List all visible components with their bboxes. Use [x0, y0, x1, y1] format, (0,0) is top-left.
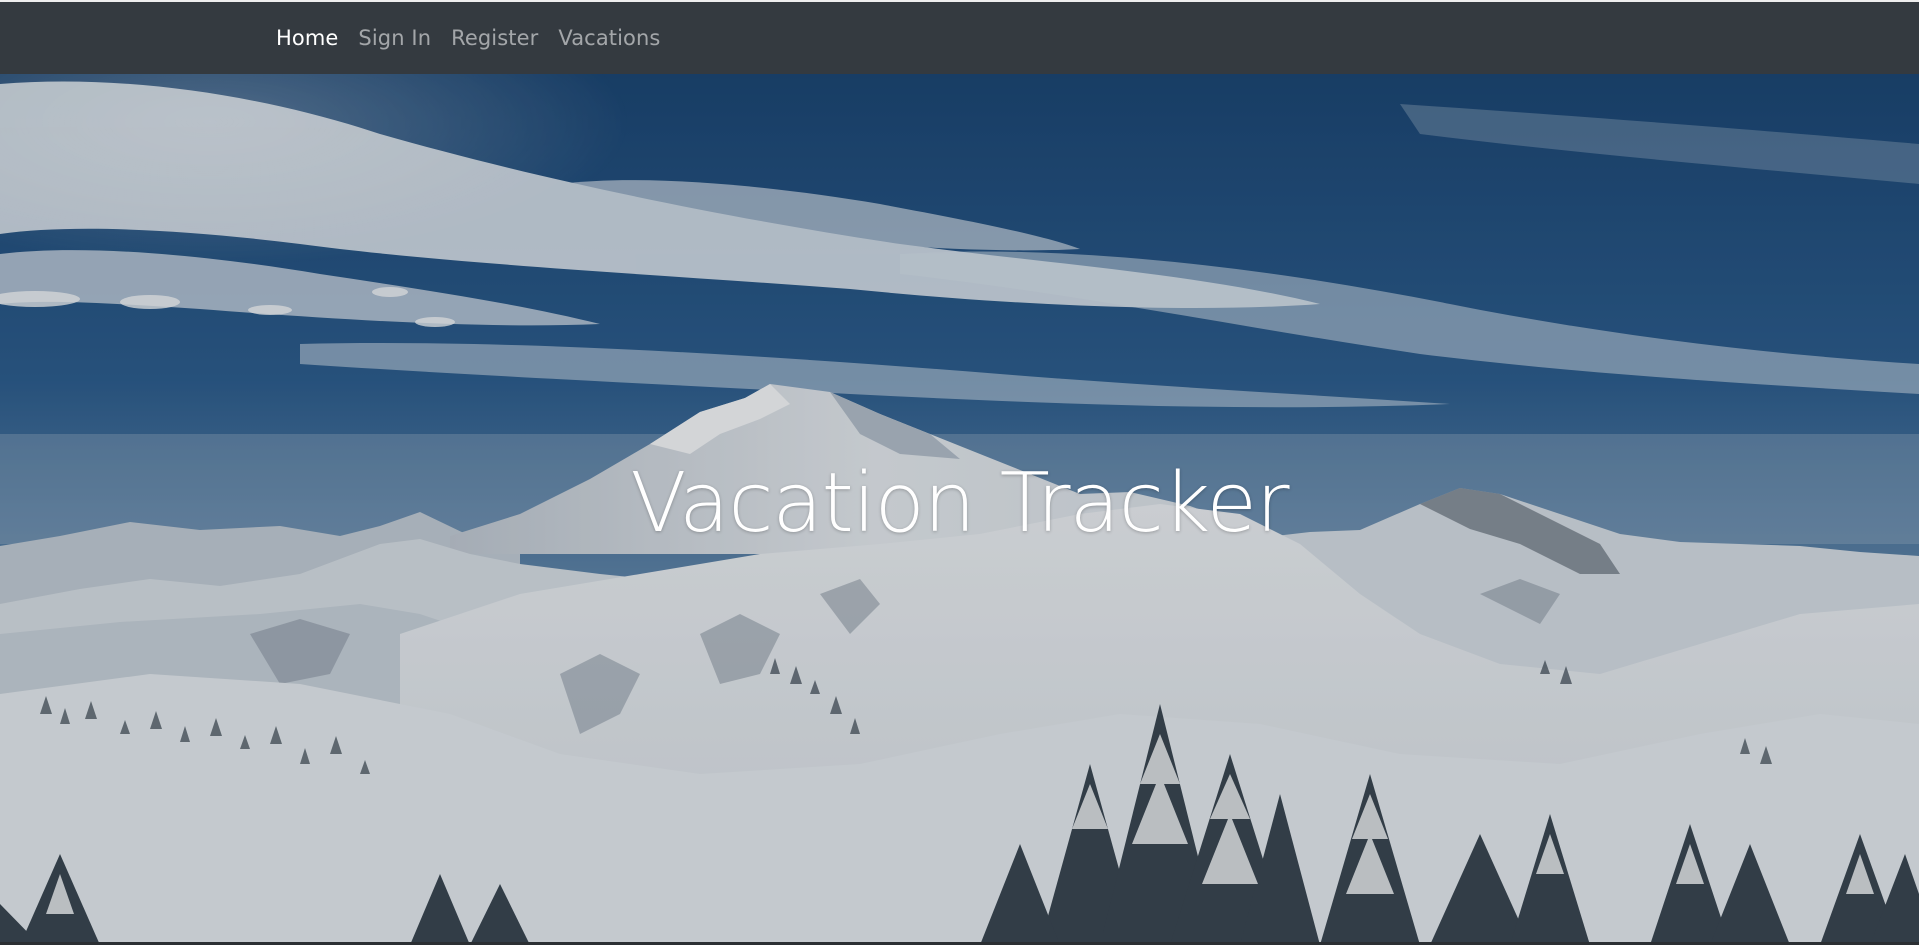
nav-register-link[interactable]: Register: [451, 26, 538, 50]
nav-home-link[interactable]: Home: [276, 26, 338, 50]
navbar: Home Sign In Register Vacations: [0, 0, 1919, 74]
nav-links: Home Sign In Register Vacations: [276, 2, 660, 74]
hero-title: Vacation Tracker: [630, 456, 1289, 551]
hero-section: Vacation Tracker: [0, 74, 1919, 945]
nav-sign-in-link[interactable]: Sign In: [358, 26, 431, 50]
nav-vacations-link[interactable]: Vacations: [558, 26, 660, 50]
